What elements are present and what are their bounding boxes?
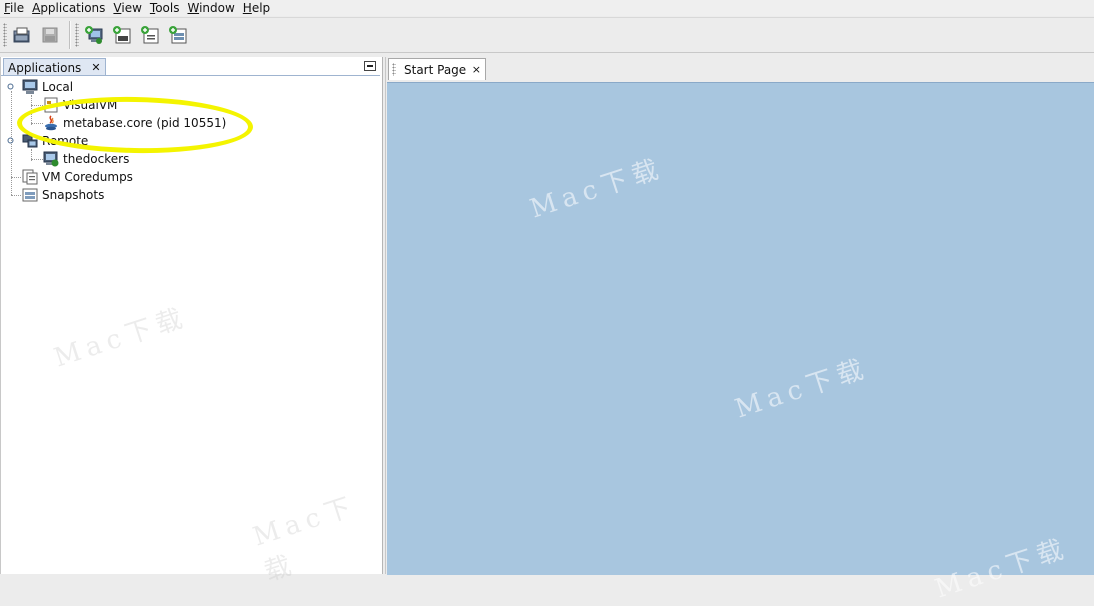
remote-hosts-icon [22,134,38,148]
menu-tools[interactable]: Tools [150,1,180,15]
tab-grip [392,63,396,76]
menu-view[interactable]: View [113,1,141,15]
tree-node-vm-coredumps[interactable]: VM Coredumps [22,169,133,185]
start-page-content: Mac下载 Mac下载 Mac下载 [387,82,1094,605]
watermark: Mac下载 [931,533,1073,605]
open-folder-icon [13,27,30,43]
tree-node-thedockers[interactable]: thedockers [43,151,129,167]
tree-label: Remote [42,134,89,148]
expanded-node-icon[interactable] [7,137,14,144]
tab-divider [1,75,380,76]
tree-label: thedockers [63,152,130,166]
application-icon [44,97,58,113]
tree-node-remote[interactable]: Remote [22,133,88,149]
add-vm-coredump-button[interactable] [140,25,160,45]
watermark: Mac下载 [731,353,873,425]
tree-connector [31,95,32,125]
tab-start-page-label: Start Page [404,62,467,77]
add-jmx-icon [113,26,131,44]
tree-node-snapshots[interactable]: Snapshots [22,187,104,203]
toolbar-grip-2[interactable] [75,23,79,47]
tree-node-local[interactable]: Local [22,79,73,95]
menu-window[interactable]: Window [187,1,234,15]
close-icon[interactable]: × [472,63,481,76]
disk-icon [42,27,58,43]
tree-connector [31,123,43,124]
watermark: Mac下载 [249,491,361,588]
tree-connector [11,177,21,178]
add-snapshot-button[interactable] [168,25,188,45]
load-snapshot-button[interactable] [12,25,32,45]
tree-node-metabase[interactable]: metabase.core (pid 10551) [43,115,226,131]
coredump-icon [22,169,38,185]
add-coredump-icon [141,26,159,44]
expanded-node-icon[interactable] [7,83,14,90]
menu-help[interactable]: Help [243,1,270,15]
computer-icon [22,79,38,94]
applications-panel: Applications ✕ Local VisualVM metabase.c… [0,57,383,588]
start-page-panel: Start Page × Mac下载 Mac下载 Mac下载 [385,57,1094,605]
add-jmx-connection-button[interactable] [112,25,132,45]
remote-host-icon [43,151,59,167]
tree-label: Snapshots [42,188,105,202]
tab-applications[interactable]: Applications ✕ [3,58,106,76]
tree-connector [11,195,21,196]
watermark: Mac下载 [50,302,192,374]
add-remote-host-button[interactable] [84,25,104,45]
tree-label: Local [42,80,74,94]
tree-label: metabase.core (pid 10551) [63,116,227,130]
menu-bar: File Applications View Tools Window Help [0,0,1094,16]
tab-applications-label: Applications [8,60,82,75]
minimize-button[interactable] [364,61,376,71]
tree-connector [31,159,43,160]
tab-start-page[interactable]: Start Page × [388,58,486,80]
toolbar-grip[interactable] [3,23,7,47]
menu-applications[interactable]: Applications [32,1,105,15]
add-snapshot-icon [169,26,187,44]
tree-label: VisualVM [63,98,118,112]
tree-connector [31,105,43,106]
toolbar-separator [69,21,71,49]
save-button[interactable] [40,25,60,45]
menu-file[interactable]: File [4,1,24,15]
tree-label: VM Coredumps [42,170,133,184]
java-app-icon [45,115,57,131]
tree-node-visualvm[interactable]: VisualVM [43,97,117,113]
snapshot-icon [22,188,38,202]
add-host-icon [85,26,103,44]
watermark: Mac下载 [526,153,668,225]
close-icon[interactable]: ✕ [91,61,100,74]
toolbar [0,17,1094,53]
